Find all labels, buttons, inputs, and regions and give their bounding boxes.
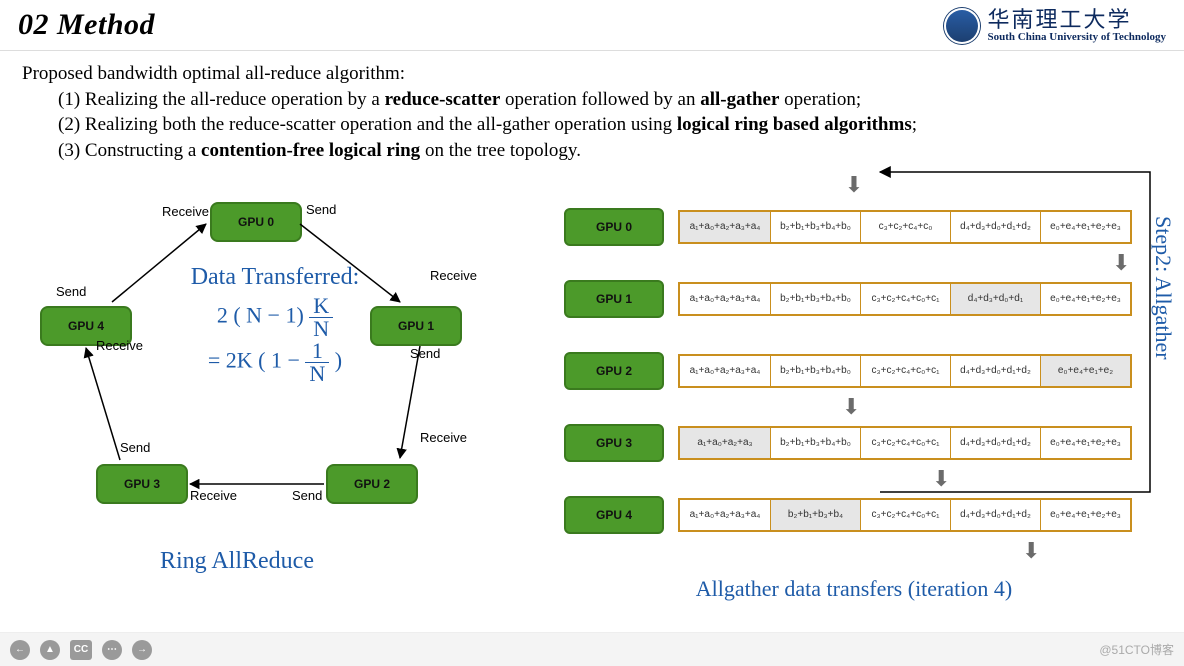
allgather-row: GPU 4 a₁+a₀+a₂+a₃+a₄b₂+b₁+b₃+b₄c₃+c₂+c₄+c…	[564, 496, 1144, 534]
nav-next-button[interactable]: →	[132, 640, 152, 660]
data-cell: a₁+a₀+a₂+a₃+a₄	[680, 212, 770, 242]
send-label: Send	[306, 202, 336, 217]
formula-line-2: 2 ( N − 1) KN	[145, 295, 405, 340]
data-cell: d₄+d₃+d₀+d₁+d₂	[950, 500, 1040, 530]
data-cell: c₃+c₂+c₄+c₀+c₁	[860, 500, 950, 530]
formula-line-3: = 2K ( 1 − 1N )	[145, 340, 405, 385]
step2-label: Step2: Allgather	[1150, 210, 1176, 366]
data-cell: c₃+c₂+c₄+c₀+c₁	[860, 356, 950, 386]
data-cells: a₁+a₀+a₂+a₃+a₄b₂+b₁+b₃+b₄+b₀c₃+c₂+c₄+c₀d…	[678, 210, 1132, 244]
data-cells: a₁+a₀+a₂+a₃+a₄b₂+b₁+b₃+b₄+b₀c₃+c₂+c₄+c₀+…	[678, 354, 1132, 388]
recv-label: Receive	[162, 204, 209, 219]
ring-caption: Ring AllReduce	[160, 548, 314, 575]
data-cell: d₄+d₃+d₀+d₁+d₂	[950, 212, 1040, 242]
gpu-label: GPU 4	[564, 496, 664, 534]
send-label: Send	[56, 284, 86, 299]
gpu-label: GPU 0	[564, 208, 664, 246]
university-logo-icon	[944, 8, 980, 44]
allgather-caption: Allgather data transfers (iteration 4)	[564, 576, 1144, 602]
allgather-row: GPU 0 a₁+a₀+a₂+a₃+a₄b₂+b₁+b₃+b₄+b₀c₃+c₂+c…	[564, 208, 1144, 246]
like-button[interactable]: ▲	[40, 640, 60, 660]
university-name-en: South China University of Technology	[988, 31, 1166, 43]
gpu-label: GPU 1	[564, 280, 664, 318]
gpu-label: GPU 2	[564, 352, 664, 390]
data-cell: c₃+c₂+c₄+c₀+c₁	[860, 428, 950, 458]
down-arrow-icon: ⬇	[1112, 250, 1130, 276]
data-cell: d₄+d₃+d₀+d₁+d₂	[950, 428, 1040, 458]
data-cell: b₂+b₁+b₃+b₄+b₀	[770, 212, 860, 242]
send-label: Send	[410, 346, 440, 361]
watermark: @51CTO博客	[1099, 641, 1174, 658]
gpu2-node: GPU 2	[326, 464, 418, 504]
university-branding: 华南理工大学 South China University of Technol…	[944, 8, 1166, 44]
header: 02 Method 华南理工大学 South China University …	[0, 0, 1184, 51]
gpu-label: GPU 3	[564, 424, 664, 462]
data-cell: a₁+a₀+a₂+a₃+a₄	[680, 500, 770, 530]
recv-label: Receive	[420, 430, 467, 445]
data-cell: e₀+e₄+e₁+e₂+e₃	[1040, 500, 1130, 530]
data-cell: a₁+a₀+a₂+a₃+a₄	[680, 284, 770, 314]
more-button[interactable]: ⋯	[102, 640, 122, 660]
data-cell: d₄+d₃+d₀+d₁+d₂	[950, 356, 1040, 386]
point-1: (1) Realizing the all-reduce operation b…	[22, 87, 1162, 113]
formula-title: Data Transferred:	[145, 264, 405, 291]
down-arrow-icon: ⬇	[1022, 538, 1040, 564]
slide-title: 02 Method	[18, 8, 155, 42]
university-name-zh: 华南理工大学	[988, 9, 1166, 31]
data-cells: a₁+a₀+a₂+a₃b₂+b₁+b₃+b₄+b₀c₃+c₂+c₄+c₀+c₁d…	[678, 426, 1132, 460]
data-cell: a₁+a₀+a₂+a₃+a₄	[680, 356, 770, 386]
nav-prev-button[interactable]: ←	[10, 640, 30, 660]
recv-label: Receive	[96, 338, 143, 353]
data-cell: e₀+e₄+e₁+e₂	[1040, 356, 1130, 386]
recv-label: Receive	[190, 488, 237, 503]
data-cell: b₂+b₁+b₃+b₄+b₀	[770, 428, 860, 458]
data-cells: a₁+a₀+a₂+a₃+a₄b₂+b₁+b₃+b₄c₃+c₂+c₄+c₀+c₁d…	[678, 498, 1132, 532]
data-cell: b₂+b₁+b₃+b₄+b₀	[770, 356, 860, 386]
data-cell: b₂+b₁+b₃+b₄	[770, 500, 860, 530]
formula: Data Transferred: 2 ( N − 1) KN = 2K ( 1…	[145, 264, 405, 385]
license-button[interactable]: CC	[70, 640, 92, 660]
data-cell: a₁+a₀+a₂+a₃	[680, 428, 770, 458]
data-cell: d₄+d₃+d₀+d₁	[950, 284, 1040, 314]
down-arrow-icon: ⬇	[845, 172, 863, 197]
allgather-diagram: ⬇ GPU 0a₁+a₀+a₂+a₃+a₄b₂+b₁+b₃+b₄+b₀c₃+c₂…	[564, 172, 1144, 602]
diagram-stage: GPU 0 GPU 1 GPU 2 GPU 3 GPU 4 Receive Se…	[0, 168, 1184, 588]
gpu3-node: GPU 3	[96, 464, 188, 504]
send-label: Send	[292, 488, 322, 503]
data-cells: a₁+a₀+a₂+a₃+a₄b₂+b₁+b₃+b₄+b₀c₃+c₂+c₄+c₀+…	[678, 282, 1132, 316]
point-3: (3) Constructing a contention-free logic…	[22, 138, 1162, 164]
send-label: Send	[120, 440, 150, 455]
allgather-row: GPU 2 a₁+a₀+a₂+a₃+a₄b₂+b₁+b₃+b₄+b₀c₃+c₂+c…	[564, 352, 1144, 390]
allgather-row: GPU 3 a₁+a₀+a₂+a₃b₂+b₁+b₃+b₄+b₀c₃+c₂+c₄+c…	[564, 424, 1144, 462]
blog-toolbar: ← ▲ CC ⋯ → @51CTO博客	[0, 632, 1184, 666]
intro-lead: Proposed bandwidth optimal all-reduce al…	[22, 61, 1162, 87]
gpu0-node: GPU 0	[210, 202, 302, 242]
slide-page: 02 Method 华南理工大学 South China University …	[0, 0, 1184, 630]
data-cell: e₀+e₄+e₁+e₂+e₃	[1040, 212, 1130, 242]
data-cell: e₀+e₄+e₁+e₂+e₃	[1040, 284, 1130, 314]
down-arrow-icon: ⬇	[842, 394, 860, 420]
data-cell: b₂+b₁+b₃+b₄+b₀	[770, 284, 860, 314]
down-arrow-icon: ⬇	[932, 466, 950, 492]
data-cell: e₀+e₄+e₁+e₂+e₃	[1040, 428, 1130, 458]
point-2: (2) Realizing both the reduce-scatter op…	[22, 112, 1162, 138]
data-cell: c₃+c₂+c₄+c₀	[860, 212, 950, 242]
intro-text: Proposed bandwidth optimal all-reduce al…	[0, 51, 1184, 168]
allgather-row: GPU 1 a₁+a₀+a₂+a₃+a₄b₂+b₁+b₃+b₄+b₀c₃+c₂+c…	[564, 280, 1144, 318]
data-cell: c₃+c₂+c₄+c₀+c₁	[860, 284, 950, 314]
recv-label: Receive	[430, 268, 477, 283]
